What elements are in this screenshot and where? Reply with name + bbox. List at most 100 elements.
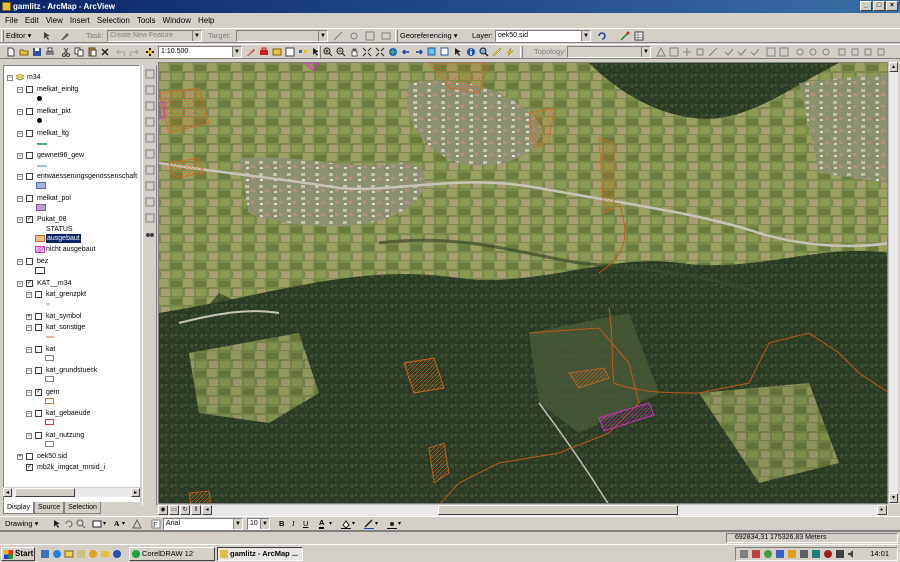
layer-checkbox[interactable]	[26, 152, 33, 159]
minimize-button[interactable]: _	[860, 1, 872, 11]
menu-window[interactable]: Window	[162, 14, 192, 27]
layer-name[interactable]: kat_grundstueck	[46, 366, 97, 375]
georeferencing-menu[interactable]: Georeferencing ▾	[400, 31, 458, 41]
rectangle-tool-icon[interactable]	[92, 519, 102, 529]
topology-shared-icon[interactable]	[695, 47, 705, 57]
cut-icon[interactable]	[61, 47, 71, 57]
tab-source[interactable]: Source	[33, 502, 65, 514]
topology-dropdown[interactable]: ▼	[567, 46, 651, 58]
next-extent-icon[interactable]	[414, 47, 424, 57]
layer-checkbox[interactable]	[35, 410, 42, 417]
start-button[interactable]: Start	[1, 547, 35, 561]
command-line-icon[interactable]	[285, 47, 295, 57]
arccatalog-icon[interactable]	[272, 47, 282, 57]
scroll-thumb[interactable]	[15, 488, 75, 497]
layer-checkbox[interactable]	[26, 195, 33, 202]
model-builder-icon[interactable]	[298, 47, 308, 57]
menu-file[interactable]: File	[4, 14, 19, 27]
add-data-icon[interactable]	[145, 47, 155, 57]
outlook-icon[interactable]	[64, 549, 74, 559]
scroll-left-button[interactable]: ◂	[3, 488, 12, 497]
scroll-right-button[interactable]: ▸	[877, 505, 887, 515]
taskbar-task-arcmap[interactable]: gamlitz - ArcMap ...	[217, 547, 303, 561]
add-control-points-icon[interactable]	[620, 31, 630, 41]
layer-checkbox[interactable]	[26, 258, 33, 265]
layer-name[interactable]: kat_gebaeude	[46, 409, 90, 418]
quick-launch-icon[interactable]	[40, 549, 50, 559]
save-icon[interactable]	[32, 47, 42, 57]
copy-icon[interactable]	[74, 47, 84, 57]
expand-toggle[interactable]: −	[7, 75, 13, 81]
expand-toggle[interactable]: −	[26, 325, 32, 331]
scroll-down-button[interactable]: ▾	[889, 493, 898, 503]
fill-color-icon[interactable]	[341, 519, 351, 529]
topology-tool-icon-5[interactable]	[837, 47, 847, 57]
georef-tool-icon[interactable]	[145, 101, 155, 111]
close-button[interactable]: ×	[886, 1, 898, 11]
aerial-imagery[interactable]	[159, 63, 888, 504]
expand-toggle[interactable]: −	[17, 153, 23, 159]
group-layer-checkbox-checked[interactable]: ✓	[26, 280, 33, 287]
fixed-zoom-out-icon[interactable]	[375, 47, 385, 57]
font-color-icon[interactable]: A	[319, 519, 325, 529]
tray-icon[interactable]	[763, 549, 773, 559]
italic-button[interactable]: I	[292, 519, 295, 529]
rotate-icon[interactable]	[597, 31, 607, 41]
layout-view-button[interactable]: ▭	[169, 505, 179, 515]
open-folder-icon[interactable]	[19, 47, 29, 57]
tray-icon[interactable]	[811, 549, 821, 559]
new-document-icon[interactable]	[6, 47, 16, 57]
layer-checkbox[interactable]	[26, 173, 33, 180]
georef-tool-icon[interactable]	[145, 85, 155, 95]
layer-checkbox-checked[interactable]: ✓	[26, 216, 33, 223]
refresh-view-button[interactable]: ↻	[180, 505, 190, 515]
explorer-icon[interactable]	[100, 549, 110, 559]
layer-name[interactable]: kat_nutzung	[46, 431, 84, 440]
measure-icon[interactable]	[492, 47, 502, 57]
layer-checkbox[interactable]	[26, 86, 33, 93]
internet-explorer-icon[interactable]	[52, 549, 62, 559]
georef-tool-icon[interactable]	[145, 117, 155, 127]
toolbar-grip[interactable]	[1, 30, 4, 42]
tab-display[interactable]: Display	[3, 502, 34, 514]
layer-checkbox[interactable]	[35, 313, 42, 320]
layer-name[interactable]: kat_grenzpkt	[46, 290, 86, 299]
pause-drawing-button[interactable]: ‖	[191, 505, 201, 515]
volume-icon[interactable]	[847, 549, 857, 559]
toolbar-grip[interactable]	[318, 46, 321, 58]
hyperlink-icon[interactable]	[505, 47, 515, 57]
taskbar-task-coreldraw[interactable]: CorelDRAW 12	[129, 547, 215, 561]
layer-name[interactable]: melkat_ltg	[37, 129, 69, 138]
validate-extent-icon[interactable]	[737, 47, 747, 57]
legend-value-selected[interactable]: ausgebaut	[46, 234, 81, 243]
menu-selection[interactable]: Selection	[96, 14, 131, 27]
layer-checkbox[interactable]	[35, 291, 42, 298]
fix-topology-icon[interactable]	[766, 47, 776, 57]
menu-insert[interactable]: Insert	[69, 14, 91, 27]
clear-selection-icon[interactable]	[440, 47, 450, 57]
tray-icon[interactable]	[739, 549, 749, 559]
map-horizontal-scrollbar[interactable]: ◉ ▭ ↻ ‖ ◂ ▸	[158, 504, 888, 516]
menu-edit[interactable]: Edit	[24, 14, 40, 27]
georef-tool-icon[interactable]	[145, 213, 155, 223]
maximize-button[interactable]: □	[873, 1, 885, 11]
dropdown-arrow-icon[interactable]: ▾	[122, 519, 125, 529]
expand-toggle[interactable]: −	[17, 259, 23, 265]
topology-tool-icon-8[interactable]	[876, 47, 886, 57]
select-elements-icon[interactable]	[453, 47, 463, 57]
expand-toggle[interactable]: −	[17, 109, 23, 115]
target-dropdown[interactable]: ▼	[236, 30, 328, 42]
dropdown-arrow-icon[interactable]: ▾	[375, 519, 378, 529]
taskbar-clock[interactable]: 14:01	[870, 548, 889, 560]
validate-topology-icon[interactable]	[724, 47, 734, 57]
line-color-icon[interactable]	[364, 519, 374, 529]
expand-toggle[interactable]: −	[26, 411, 32, 417]
font-dropdown[interactable]: Arial ▼	[163, 518, 243, 530]
topology-tool-icon-6[interactable]	[850, 47, 860, 57]
topology-tool-icon-3[interactable]	[808, 47, 818, 57]
scroll-right-button[interactable]: ▸	[131, 488, 140, 497]
tray-icon[interactable]	[751, 549, 761, 559]
map-scale-combo[interactable]: 1:10.500 ▼	[158, 46, 242, 58]
georef-tool-icon[interactable]	[145, 133, 155, 143]
topology-tool-icon-4[interactable]	[821, 47, 831, 57]
